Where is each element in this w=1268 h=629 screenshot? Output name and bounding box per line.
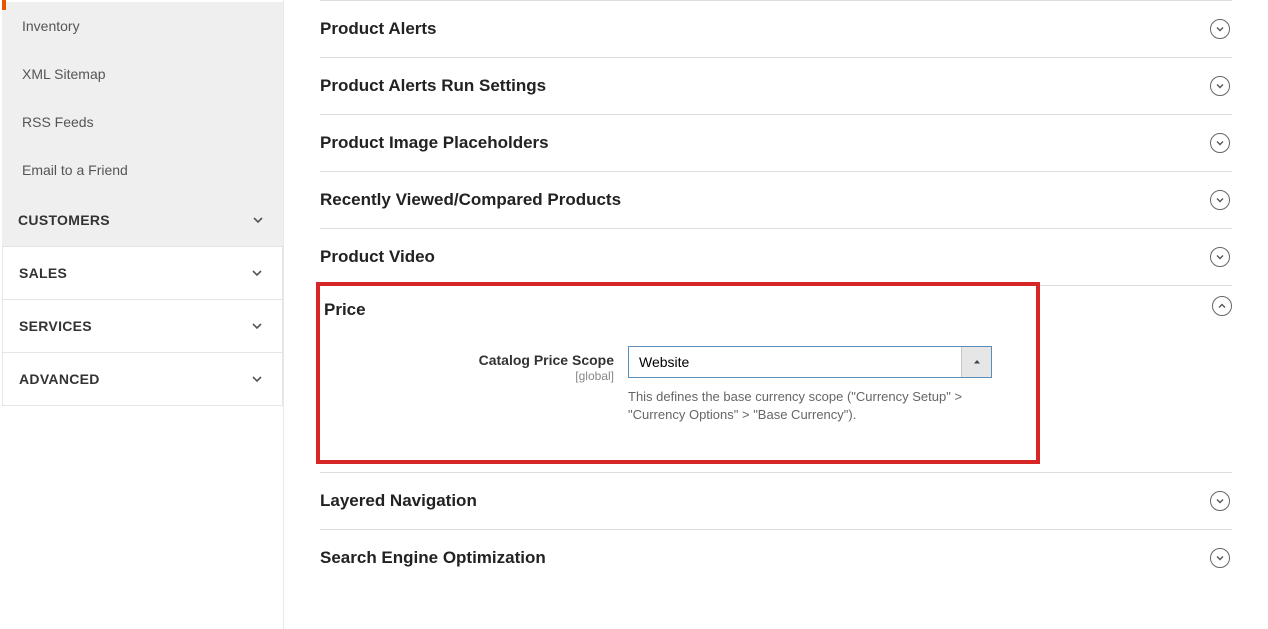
section-product-alerts-run[interactable]: Product Alerts Run Settings — [320, 58, 1232, 114]
chevron-down-icon — [251, 213, 265, 227]
sidebar-header-label: SERVICES — [19, 318, 92, 334]
section-title: Product Video — [320, 247, 435, 267]
price-section-body: Catalog Price Scope [global] Website — [320, 338, 1036, 460]
catalog-price-scope-row: Catalog Price Scope [global] Website — [340, 346, 1016, 424]
expand-icon — [1210, 247, 1230, 267]
section-title: Price — [324, 300, 366, 320]
section-price[interactable]: Price — [320, 286, 1036, 338]
catalog-price-scope-select[interactable]: Website — [628, 346, 992, 378]
sidebar-item-xml-sitemap[interactable]: XML Sitemap — [2, 50, 283, 98]
catalog-price-scope-select-wrap: Website — [628, 346, 992, 378]
sidebar: Inventory XML Sitemap RSS Feeds Email to… — [0, 0, 284, 629]
sidebar-item-email-friend[interactable]: Email to a Friend — [2, 146, 283, 194]
main-content: Product Alerts Product Alerts Run Settin… — [284, 0, 1268, 629]
expand-icon — [1210, 19, 1230, 39]
sidebar-header-customers[interactable]: CUSTOMERS — [2, 194, 283, 246]
section-product-alerts[interactable]: Product Alerts — [320, 0, 1232, 57]
section-layered-navigation[interactable]: Layered Navigation — [320, 473, 1232, 529]
section-title: Product Alerts — [320, 19, 437, 39]
price-section-highlight: Price Catalog Price Scope [global] Websi… — [316, 282, 1040, 464]
form-label-column: Catalog Price Scope [global] — [340, 346, 628, 383]
sidebar-header-label: SALES — [19, 265, 67, 281]
section-title: Product Alerts Run Settings — [320, 76, 546, 96]
section-title: Recently Viewed/Compared Products — [320, 190, 621, 210]
field-help-text: This defines the base currency scope ("C… — [628, 388, 988, 424]
sidebar-header-label: ADVANCED — [19, 371, 100, 387]
collapse-icon[interactable] — [1212, 296, 1232, 316]
chevron-down-icon — [250, 266, 264, 280]
section-product-video[interactable]: Product Video — [320, 229, 1232, 285]
expand-icon — [1210, 76, 1230, 96]
section-seo[interactable]: Search Engine Optimization — [320, 530, 1232, 586]
expand-icon — [1210, 548, 1230, 568]
sidebar-header-sales[interactable]: SALES — [3, 247, 282, 299]
expand-icon — [1210, 133, 1230, 153]
chevron-down-icon — [250, 372, 264, 386]
active-tab-marker — [2, 0, 6, 10]
field-label: Catalog Price Scope — [340, 352, 614, 368]
field-scope: [global] — [340, 369, 614, 383]
sidebar-header-services[interactable]: SERVICES — [3, 300, 282, 352]
section-recently-viewed[interactable]: Recently Viewed/Compared Products — [320, 172, 1232, 228]
form-field-column: Website This defines the base currency s… — [628, 346, 992, 424]
section-product-image-placeholders[interactable]: Product Image Placeholders — [320, 115, 1232, 171]
sidebar-header-label: CUSTOMERS — [18, 212, 110, 228]
section-title: Search Engine Optimization — [320, 548, 546, 568]
sidebar-item-rss-feeds[interactable]: RSS Feeds — [2, 98, 283, 146]
section-title: Layered Navigation — [320, 491, 477, 511]
expand-icon — [1210, 190, 1230, 210]
chevron-down-icon — [250, 319, 264, 333]
section-title: Product Image Placeholders — [320, 133, 549, 153]
expand-icon — [1210, 491, 1230, 511]
sidebar-catalog-group: Inventory XML Sitemap RSS Feeds Email to… — [2, 2, 283, 247]
sidebar-item-inventory[interactable]: Inventory — [2, 2, 283, 50]
sidebar-header-advanced[interactable]: ADVANCED — [3, 353, 282, 405]
